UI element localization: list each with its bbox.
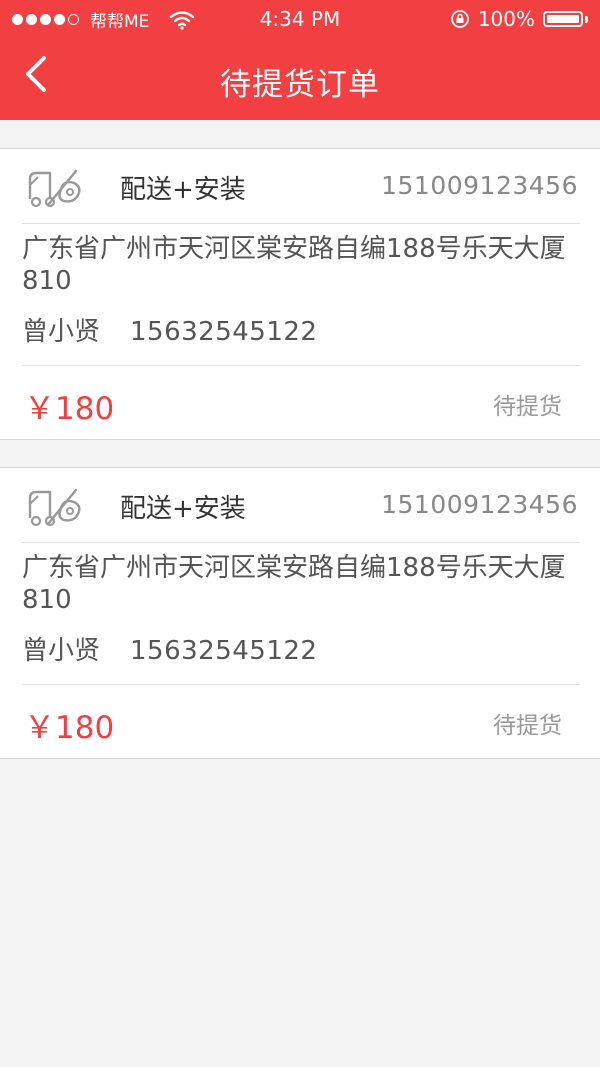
rotation-lock-icon <box>450 10 469 28</box>
order-card-header: 配送+安装 151009123456 <box>0 149 600 223</box>
divider <box>22 542 580 543</box>
delivery-address: 广东省广州市天河区棠安路自编188号乐天大厦810 <box>22 234 566 296</box>
contact-info: 曾小贤 15632545122 <box>22 311 317 348</box>
divider <box>22 365 580 366</box>
order-number: 151009123456 <box>381 490 578 519</box>
delivery-install-icon <box>28 169 81 208</box>
contact-phone: 15632545122 <box>130 636 318 666</box>
contact-info: 曾小贤 15632545122 <box>22 630 317 667</box>
divider <box>22 223 580 224</box>
app-header: 帮帮ME 4:34 PM 100% 待提货订单 <box>0 0 600 120</box>
delivery-install-icon <box>28 488 81 527</box>
order-status: 待提货 <box>493 394 562 420</box>
order-price: ￥180 <box>24 391 115 427</box>
status-right: 100% <box>450 7 588 31</box>
order-number: 151009123456 <box>381 171 578 200</box>
service-type-label: 配送+安装 <box>120 175 246 205</box>
page-title: 待提货订单 <box>220 67 380 103</box>
order-card-header: 配送+安装 151009123456 <box>0 468 600 542</box>
service-type-label: 配送+安装 <box>120 494 246 524</box>
status-bar: 帮帮ME 4:34 PM 100% <box>0 0 600 40</box>
order-card[interactable]: 配送+安装 151009123456 广东省广州市天河区棠安路自编188号乐天大… <box>0 148 600 440</box>
contact-name: 曾小贤 <box>22 636 101 666</box>
order-card[interactable]: 配送+安装 151009123456 广东省广州市天河区棠安路自编188号乐天大… <box>0 467 600 759</box>
order-status: 待提货 <box>493 713 562 739</box>
contact-name: 曾小贤 <box>22 317 101 347</box>
delivery-address: 广东省广州市天河区棠安路自编188号乐天大厦810 <box>22 553 566 615</box>
battery-icon <box>543 11 583 27</box>
order-price: ￥180 <box>24 710 115 746</box>
contact-phone: 15632545122 <box>130 317 318 347</box>
divider <box>22 684 580 685</box>
battery-percent: 100% <box>477 7 535 31</box>
